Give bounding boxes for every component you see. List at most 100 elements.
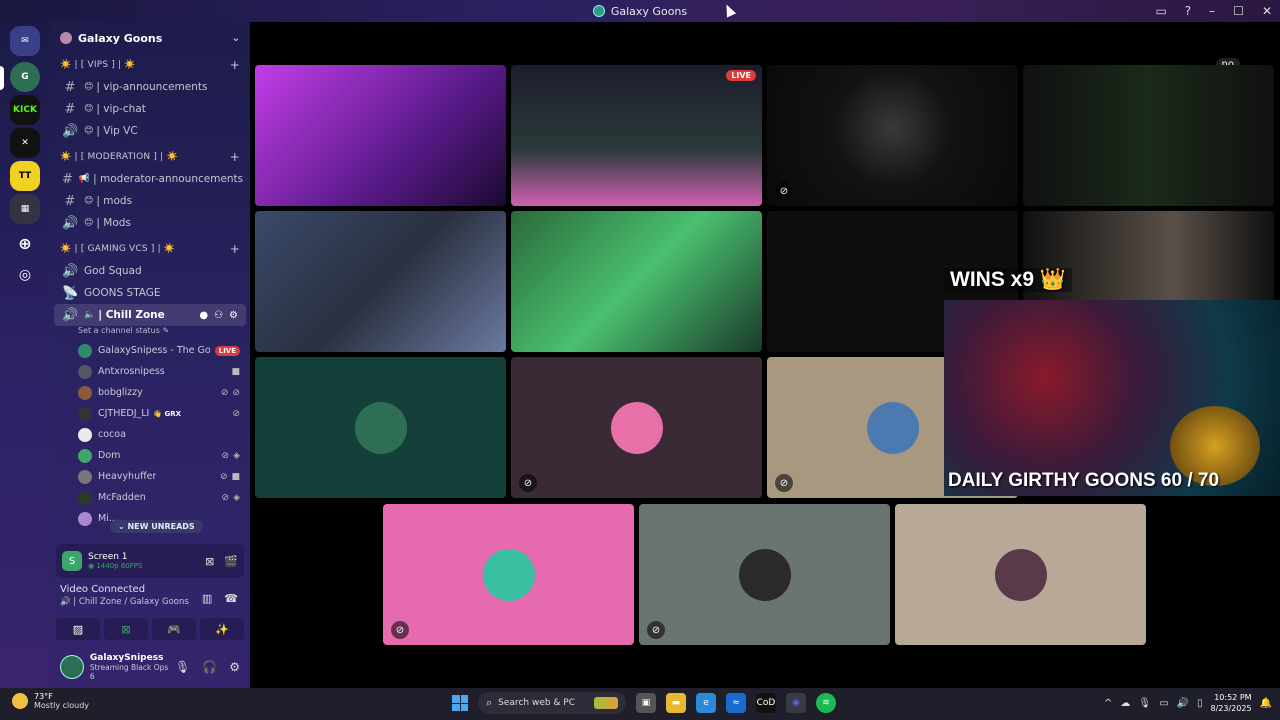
server-folder[interactable]: ▦ [10,194,40,224]
help-icon[interactable]: ? [1185,4,1191,18]
set-channel-status[interactable]: Set a channel status ✎ [50,326,250,340]
avatar-tile[interactable]: ⊘ [639,504,890,645]
muted-mic-icon: ⊘ [647,621,665,639]
gear-icon[interactable]: ⚙ [229,660,240,674]
microphone-icon[interactable]: 🎙 [175,660,190,674]
add-channel-icon[interactable]: + [230,242,240,256]
weather-widget[interactable]: 73°F Mostly cloudy [12,692,89,710]
add-server-icon[interactable]: ⊕ [10,228,40,258]
video-tile-screenshare[interactable]: LIVE [511,65,762,206]
avatar-tile[interactable] [255,357,506,498]
category-moderation[interactable]: ☀️ | [ MODERATION ] | ☀️ + [50,146,250,168]
chevron-down-icon[interactable]: ⌄ [232,33,240,44]
volume-icon[interactable]: 🔊 [1177,698,1189,709]
add-channel-icon[interactable]: + [230,150,240,164]
avatar-tile[interactable]: ⊘ [383,504,634,645]
voice-activity-icon[interactable]: ▥ [202,592,212,605]
discover-icon[interactable]: ◎ [10,260,40,290]
minimize-button[interactable]: – [1209,4,1215,18]
server-galaxy-goons[interactable]: G [10,62,40,92]
stop-stream-icon[interactable]: ⊠ [205,555,214,568]
voice-member[interactable]: McFadden ⊘ ◈ [50,487,250,508]
network-icon[interactable]: ▭ [1159,698,1168,709]
voice-member[interactable]: GalaxySnipess - The Go... LIVE [50,340,250,361]
battery-icon[interactable]: ▯ [1197,698,1203,709]
add-member-icon[interactable]: ⚇ [214,310,223,321]
inbox-icon[interactable]: ▭ [1155,4,1166,18]
microphone-icon[interactable]: 🎙 [1138,698,1151,709]
headphones-icon[interactable]: 🎧 [202,660,217,674]
call-of-duty-icon[interactable]: CoD [756,693,776,713]
disconnect-icon[interactable]: ☎ [224,592,238,605]
video-tile[interactable] [511,211,762,352]
new-unreads-button[interactable]: ⌄ NEW UNREADS [110,520,203,533]
avatar-tile[interactable] [895,504,1146,645]
selected-server-pill [0,66,4,90]
clapperboard-icon[interactable]: 🎬 [224,555,238,568]
video-tile[interactable]: ⊘ [767,65,1018,206]
activities-button[interactable]: 🎮 [152,618,196,640]
channel-mods-voice[interactable]: 🔊 😊 | Mods [50,212,250,234]
video-tile[interactable] [1023,65,1274,206]
channel-chill-zone[interactable]: 🔊 🔈 | Chill Zone ● ⚇ ⚙ [54,304,246,326]
voice-member[interactable]: CJTHEDJ_LI 👋 GRX ⊘ [50,403,250,424]
discord-home-icon[interactable]: ✉ [10,26,40,56]
channel-mods[interactable]: # 😊 | mods [50,190,250,212]
start-icon[interactable] [452,695,468,711]
live-badge: LIVE [726,70,756,81]
chevron-up-icon[interactable]: ^ [1104,698,1112,709]
maximize-button[interactable]: ☐ [1233,4,1244,18]
channel-vip-chat[interactable]: # 😊 | vip-chat [50,98,250,120]
onedrive-icon[interactable]: ☁ [1120,698,1130,709]
edge-icon[interactable]: e [696,693,716,713]
taskbar: 73°F Mostly cloudy ⌕ Search web & PC ▣ ▬… [0,688,1280,720]
muted-mic-icon: ⊘ [221,492,230,503]
chat-bubble-icon[interactable]: ● [199,310,208,321]
avatar-tile[interactable]: ⊘ [511,357,762,498]
close-button[interactable]: ✕ [1262,4,1272,18]
task-view-icon[interactable]: ▣ [636,693,656,713]
server-kick[interactable]: KICK [10,95,40,125]
notification-icon[interactable]: 🔔 [1260,698,1272,709]
video-tile[interactable] [255,65,506,206]
voice-member[interactable]: Dom ⊘ ◈ [50,445,250,466]
search-input[interactable]: ⌕ Search web & PC [478,692,626,714]
channel-goons-stage[interactable]: 📡 GOONS STAGE [50,282,250,304]
avatar [78,364,92,379]
avatar[interactable] [60,655,84,679]
avatar [994,548,1047,601]
speaker-icon: 🔊 [62,123,79,139]
voice-member[interactable]: Heavyhuffer ⊘ ■ [50,466,250,487]
video-tile[interactable] [255,211,506,352]
gear-icon[interactable]: ⚙ [229,310,238,321]
voice-member[interactable]: cocoa [50,424,250,445]
spotify-icon[interactable]: ≋ [816,693,836,713]
camera-off-button[interactable]: ▨ [56,618,100,640]
channel-god-squad[interactable]: 🔊 God Squad [50,260,250,282]
channel-vip-announcements[interactable]: # 😊 | vip-announcements [50,76,250,98]
live-badge: LIVE [214,345,240,356]
text-channel-icon: # [64,79,76,95]
voice-member[interactable]: bobglizzy ⊘ ⊘ [50,382,250,403]
server-icon [592,5,605,17]
screen-share-button[interactable]: ⊠ [104,618,148,640]
temperature: 73°F [34,692,53,701]
clock[interactable]: 10:52 PM 8/23/2025 [1211,692,1252,714]
app-icon[interactable]: ≈ [726,693,746,713]
category-gaming-vcs[interactable]: ☀️ | [ GAMING VCS ] | ☀️ + [50,238,250,260]
server-k-logo[interactable]: ✕ [10,128,40,158]
voice-member[interactable]: Antxrosnipess ■ [50,361,250,382]
add-channel-icon[interactable]: + [230,58,240,72]
channel-vip-vc[interactable]: 🔊 😊 | Vip VC [50,120,250,142]
server-avatar-icon [60,32,72,44]
avatar [78,511,92,526]
avatar [866,401,919,454]
channel-moderator-announcements[interactable]: # 📢 | moderator-announcements [50,168,250,190]
discord-icon[interactable]: ◉ [786,693,806,713]
server-header[interactable]: Galaxy Goons ⌄ [50,22,250,54]
avatar [78,490,92,505]
file-explorer-icon[interactable]: ▬ [666,693,686,713]
server-yellow[interactable]: TT [10,161,40,191]
soundboard-button[interactable]: ✨ [200,618,244,640]
category-vips[interactable]: ☀️ | [ VIPS ] | ☀️ + [50,54,250,76]
